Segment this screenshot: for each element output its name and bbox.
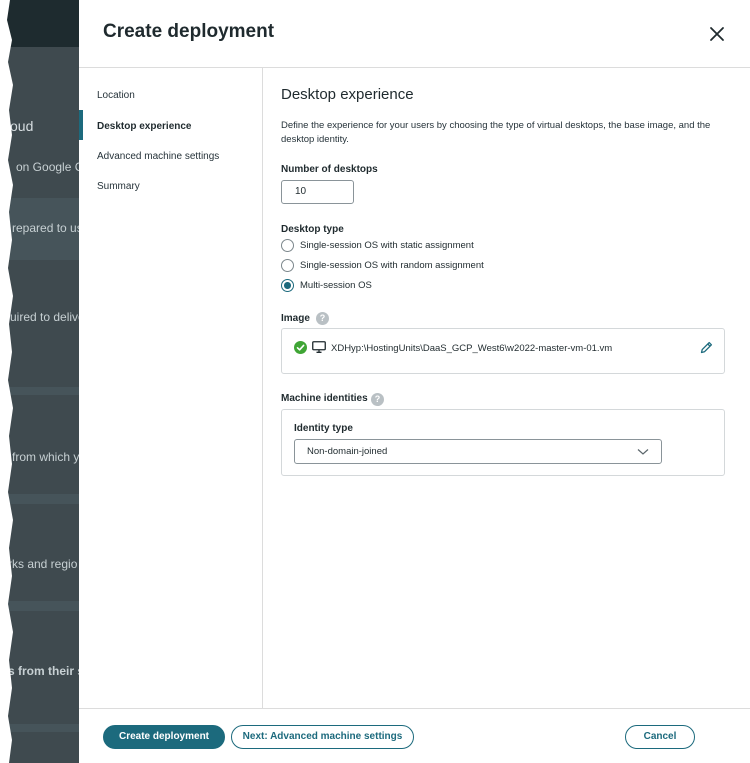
create-deployment-button[interactable]: Create deployment [103, 725, 225, 749]
check-circle-icon [294, 341, 307, 354]
radio-label: Single-session OS with static assignment [300, 240, 474, 251]
background-text: rks and regio [8, 557, 78, 571]
nav-item-advanced-machine-settings[interactable]: Advanced machine settings [97, 151, 219, 162]
create-deployment-modal: Create deployment Location Desktop exper… [79, 0, 750, 763]
radio-button[interactable] [281, 279, 294, 292]
chevron-down-icon [637, 449, 649, 455]
pencil-icon[interactable] [700, 341, 713, 354]
help-icon[interactable]: ? [316, 312, 329, 325]
nav-item-summary[interactable]: Summary [97, 181, 140, 192]
image-card: XDHyp:\HostingUnits\DaaS_GCP_West6\w2022… [281, 328, 725, 374]
radio-label: Single-session OS with random assignment [300, 260, 484, 271]
modal-header: Create deployment [79, 0, 750, 68]
num-desktops-label: Number of desktops [281, 164, 378, 175]
monitor-icon [312, 341, 326, 353]
wizard-nav: Location Desktop experience Advanced mac… [79, 68, 263, 708]
close-icon [710, 27, 724, 41]
nav-item-desktop-experience[interactable]: Desktop experience [97, 121, 192, 132]
image-label: Image [281, 313, 310, 324]
section-description: Define the experience for your users by … [281, 120, 711, 145]
radio-multi-session[interactable]: Multi-session OS [281, 279, 372, 292]
identity-type-select[interactable]: Non-domain-joined [294, 439, 662, 464]
background-text: on Google Cl [16, 160, 87, 174]
image-path: XDHyp:\HostingUnits\DaaS_GCP_West6\w2022… [331, 343, 613, 354]
nav-item-location[interactable]: Location [97, 90, 135, 101]
machine-identities-card: Identity type Non-domain-joined [281, 409, 725, 476]
desktop-type-label: Desktop type [281, 224, 344, 235]
close-button[interactable] [706, 23, 728, 45]
nav-active-indicator [79, 110, 83, 140]
radio-single-session-static[interactable]: Single-session OS with static assignment [281, 239, 474, 252]
background-text: uired to delive [10, 310, 85, 324]
modal-title: Create deployment [103, 21, 275, 42]
next-advanced-settings-button[interactable]: Next: Advanced machine settings [231, 725, 414, 749]
torn-edge [0, 0, 13, 763]
radio-label: Multi-session OS [300, 280, 372, 291]
identity-type-label: Identity type [294, 423, 353, 434]
radio-button[interactable] [281, 259, 294, 272]
background-text: s from their s [8, 664, 85, 678]
identity-type-value: Non-domain-joined [307, 446, 388, 457]
background-text: from which yo [12, 450, 87, 464]
machine-identities-label: Machine identities [281, 393, 368, 404]
help-icon[interactable]: ? [371, 393, 384, 406]
cancel-button[interactable]: Cancel [625, 725, 695, 749]
background-text: repared to us [12, 221, 83, 235]
section-title: Desktop experience [281, 86, 414, 103]
radio-single-session-random[interactable]: Single-session OS with random assignment [281, 259, 484, 272]
radio-button[interactable] [281, 239, 294, 252]
modal-footer: Create deployment Next: Advanced machine… [79, 708, 750, 763]
num-desktops-input[interactable]: 10 [281, 180, 354, 204]
